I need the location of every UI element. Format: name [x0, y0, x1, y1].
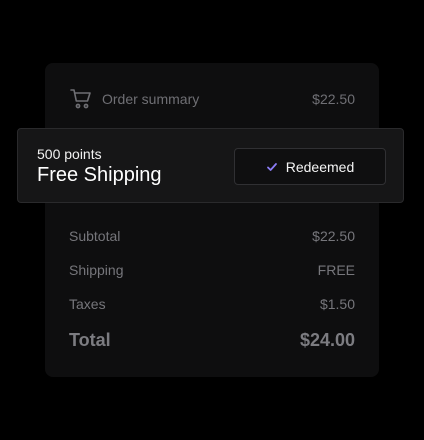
checkout-stage: Order summary $22.50 Subtotal $22.50 Shi… — [0, 0, 424, 440]
total-value: $24.00 — [299, 330, 355, 350]
reward-points: 500 points — [37, 146, 102, 162]
taxes-label: Taxes — [69, 296, 106, 312]
order-summary-label: Order summary — [102, 91, 200, 107]
shipping-value: FREE — [317, 262, 355, 278]
subtotal-row: Subtotal $22.50 — [69, 228, 355, 244]
taxes-value: $1.50 — [319, 296, 355, 312]
redeemed-button-label: Redeemed — [285, 158, 355, 175]
taxes-row: Taxes $1.50 — [69, 296, 355, 312]
order-summary-header: Order summary $22.50 — [69, 87, 355, 111]
subtotal-value: $22.50 — [312, 228, 355, 244]
subtotal-label: Subtotal — [69, 228, 121, 244]
reward-card: 500 points Free Shipping Redeemed — [17, 128, 404, 203]
check-icon — [266, 161, 278, 173]
reward-title: Free Shipping — [37, 164, 162, 186]
shipping-row: Shipping FREE — [69, 262, 355, 278]
redeemed-button[interactable]: Redeemed — [234, 148, 386, 185]
total-label: Total — [69, 330, 111, 350]
shipping-label: Shipping — [69, 262, 124, 278]
cart-icon — [69, 87, 93, 111]
order-summary-price: $22.50 — [312, 91, 355, 107]
order-summary-card: Order summary $22.50 Subtotal $22.50 Shi… — [45, 63, 379, 377]
total-row: Total $24.00 — [69, 330, 355, 351]
